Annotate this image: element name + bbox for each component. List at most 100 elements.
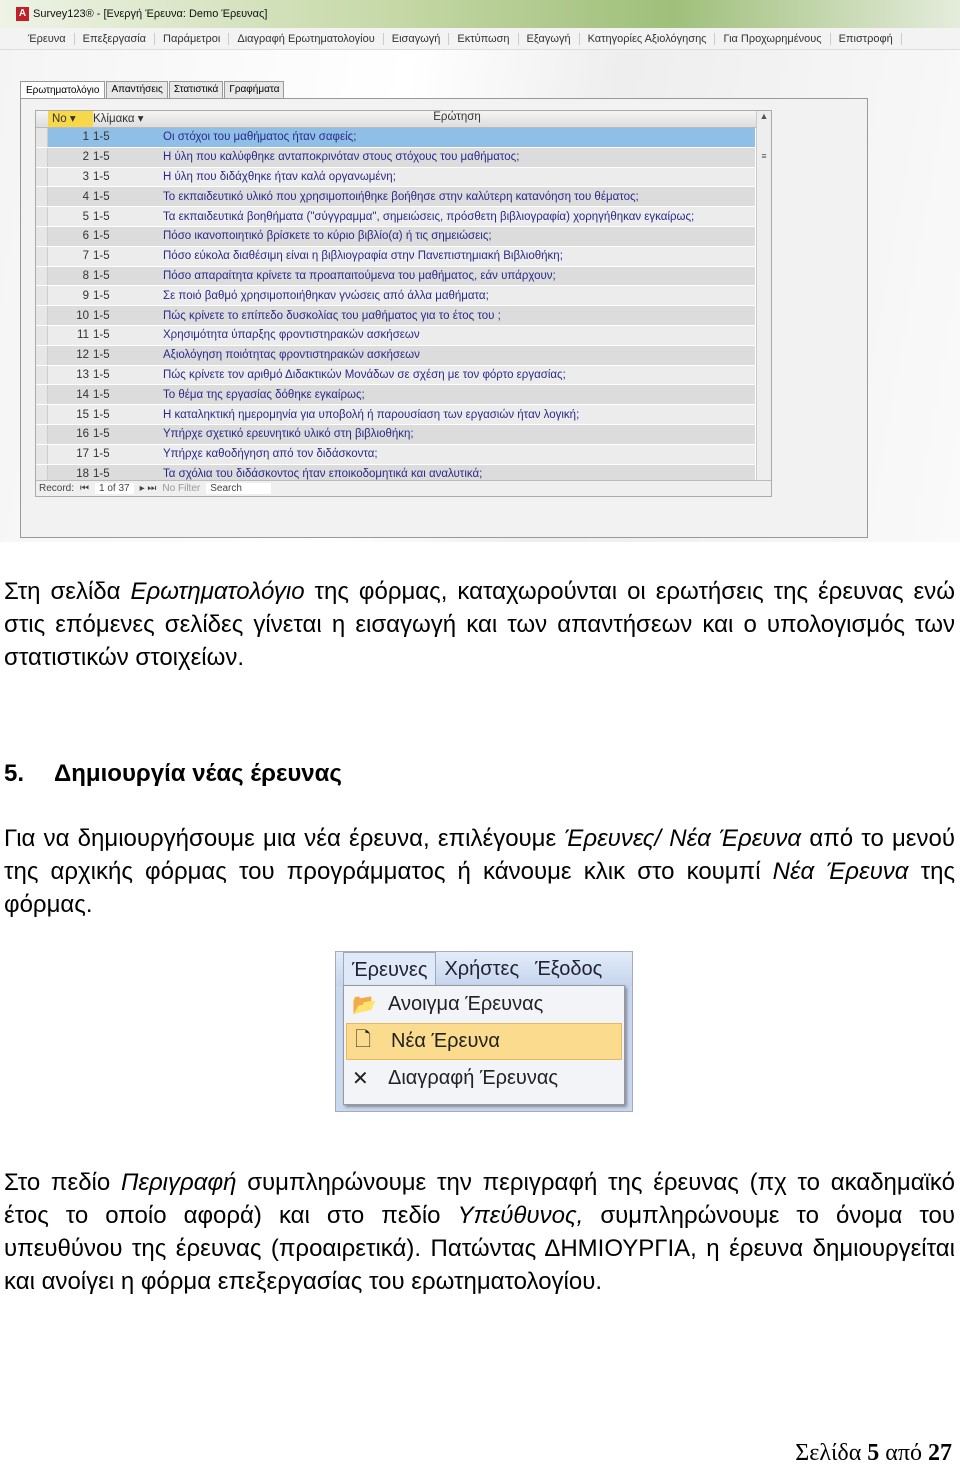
cell-question[interactable]: Υπήρχε καθοδήγηση από τον διδάσκοντα; (163, 448, 755, 460)
menu-exit[interactable]: Έξοδος (527, 958, 610, 981)
cell-question[interactable]: Το εκπαιδευτικό υλικό που χρησιμοποιήθηκ… (163, 191, 755, 203)
cell-no[interactable]: 7 (48, 250, 93, 262)
first-record-icon[interactable]: ⏮ (80, 483, 89, 494)
cell-scale[interactable]: 1-5 (93, 230, 163, 242)
row-selector[interactable] (36, 286, 48, 306)
table-row[interactable]: 7 1-5 Πόσο εύκολα διαθέσιμη είναι η βιβλιο… (36, 246, 755, 267)
table-row[interactable]: 4 1-5 Το εκπαιδευτικό υλικό που χρησιμοποι… (36, 187, 755, 208)
cell-question[interactable]: Η ύλη που διδάχθηκε ήταν καλά οργανωμένη… (163, 171, 755, 183)
cell-scale[interactable]: 1-5 (93, 151, 163, 163)
menu-item[interactable]: Διαγραφή Ερωτηματολογίου (229, 32, 384, 45)
row-selector[interactable] (36, 405, 48, 424)
cell-question[interactable]: Υπήρχε σχετικό ερευνητικό υλικό στη βιβλ… (163, 428, 755, 440)
table-row[interactable]: 8 1-5 Πόσο απαραίτητα κρίνετε τα προαπαιτο… (36, 266, 755, 287)
row-selector[interactable] (36, 385, 48, 405)
menu-item[interactable]: Εισαγωγή (384, 32, 450, 45)
cell-no[interactable]: 9 (48, 290, 93, 302)
row-selector[interactable] (36, 444, 48, 464)
cell-scale[interactable]: 1-5 (93, 448, 163, 460)
cell-scale[interactable]: 1-5 (93, 131, 163, 143)
row-selector[interactable] (36, 246, 48, 266)
table-row[interactable]: 10 1-5 Πώς κρίνετε το επίπεδο δυσκολίας το… (36, 306, 755, 326)
cell-no[interactable]: 3 (48, 171, 93, 183)
cell-scale[interactable]: 1-5 (93, 369, 163, 381)
menu-users[interactable]: Χρήστες (436, 958, 527, 981)
menu-item[interactable]: Κατηγορίες Αξιολόγησης (580, 32, 716, 45)
cell-question[interactable]: Σε ποιό βαθμό χρησιμοποιήθηκαν γνώσεις α… (163, 290, 755, 302)
cell-question[interactable]: Χρησιμότητα ύπαρξης φροντιστηρακών ασκήσ… (163, 329, 755, 341)
row-selector[interactable] (36, 226, 48, 246)
cell-question[interactable]: Πόσο ικανοποιητικό βρίσκετε το κύριο βιβ… (163, 230, 755, 242)
cell-no[interactable]: 17 (48, 448, 93, 460)
table-row[interactable]: 13 1-5 Πώς κρίνετε τον αριθμό Διδακτικών Μ… (36, 365, 755, 386)
table-row[interactable]: 3 1-5 Η ύλη που διδάχθηκε ήταν καλά οργανω… (36, 167, 755, 188)
table-row[interactable]: 14 1-5 Το θέμα της εργασίας δόθηκε εγκαίρω… (36, 385, 755, 406)
cell-no[interactable]: 18 (48, 468, 93, 480)
menu-item[interactable]: Για Προχωρημένους (715, 32, 831, 45)
cell-scale[interactable]: 1-5 (93, 349, 163, 361)
cell-no[interactable]: 5 (48, 211, 93, 223)
row-selector[interactable] (36, 266, 48, 286)
tab-charts[interactable]: Γραφήματα (224, 81, 285, 99)
search-input[interactable]: Search (206, 483, 272, 494)
table-row[interactable]: 15 1-5 Η καταληκτική ημερομηνία για υποβολ… (36, 405, 755, 425)
cell-question[interactable]: Πώς κρίνετε το επίπεδο δυσκολίας του μαθ… (163, 310, 755, 322)
cell-question[interactable]: Το θέμα της εργασίας δόθηκε εγκαίρως; (163, 389, 755, 401)
cell-scale[interactable]: 1-5 (93, 310, 163, 322)
cell-scale[interactable]: 1-5 (93, 329, 163, 341)
row-selector[interactable] (36, 424, 48, 444)
cell-no[interactable]: 1 (48, 131, 93, 143)
tab-statistics[interactable]: Στατιστικά (168, 81, 224, 99)
row-selector[interactable] (36, 167, 48, 187)
tab-answers[interactable]: Απαντήσεις (106, 81, 168, 99)
menu-item[interactable]: Εκτύπωση (449, 32, 519, 45)
cell-scale[interactable]: 1-5 (93, 468, 163, 480)
cell-scale[interactable]: 1-5 (93, 290, 163, 302)
cell-no[interactable]: 13 (48, 369, 93, 381)
table-row[interactable]: 5 1-5 Τα εκπαιδευτικά βοηθήματα ("σύγγραμμ… (36, 207, 755, 227)
cell-question[interactable]: Πόσο εύκολα διαθέσιμη είναι η βιβλιογραφ… (163, 250, 755, 262)
cell-scale[interactable]: 1-5 (93, 389, 163, 401)
cell-question[interactable]: Η καταληκτική ημερομηνία για υποβολή ή π… (163, 409, 755, 421)
cell-no[interactable]: 6 (48, 230, 93, 242)
cell-scale[interactable]: 1-5 (93, 171, 163, 183)
cell-question[interactable]: Η ύλη που καλύφθηκε ανταποκρινόταν στους… (163, 151, 755, 163)
cell-question[interactable]: Πώς κρίνετε τον αριθμό Διδακτικών Μονάδω… (163, 369, 755, 381)
row-selector[interactable] (36, 128, 48, 147)
record-position[interactable]: 1 of 37 (95, 483, 134, 494)
tab-questionnaire[interactable]: Ερωτηματολόγιο (20, 81, 106, 99)
new-survey-item[interactable]: 🗋 Νέα Έρευνα (346, 1023, 622, 1060)
menu-item[interactable]: Επεξεργασία (75, 32, 156, 45)
row-selector[interactable] (36, 306, 48, 325)
table-row[interactable]: 6 1-5 Πόσο ικανοποιητικό βρίσκετε το κύριο… (36, 226, 755, 247)
open-survey-item[interactable]: 📂 Ανοιγμα Έρευνας (344, 986, 624, 1023)
row-selector[interactable] (36, 207, 48, 226)
table-row[interactable]: 17 1-5 Υπήρχε καθοδήγηση από τον διδάσκοντ… (36, 444, 755, 465)
table-row[interactable]: 11 1-5 Χρησιμότητα ύπαρξης φροντιστηρακών … (36, 325, 755, 346)
cell-question[interactable]: Οι στόχοι του μαθήματος ήταν σαφείς; (163, 131, 755, 143)
menu-item[interactable]: Εξαγωγή (519, 32, 580, 45)
cell-no[interactable]: 11 (48, 329, 93, 341)
cell-question[interactable]: Αξιολόγηση ποιότητας φροντιστηρακών ασκή… (163, 349, 755, 361)
table-row[interactable]: 9 1-5 Σε ποιό βαθμό χρησιμοποιήθηκαν γνώσε… (36, 286, 755, 307)
menu-item[interactable]: Έρευνα (20, 32, 75, 45)
menu-item[interactable]: Επιστροφή (831, 32, 902, 45)
menu-item[interactable]: Παράμετροι (155, 32, 230, 45)
cell-scale[interactable]: 1-5 (93, 270, 163, 282)
vertical-scrollbar[interactable]: ▲ ≡ (756, 111, 771, 481)
row-selector[interactable] (36, 325, 48, 345)
cell-no[interactable]: 16 (48, 428, 93, 440)
delete-survey-item[interactable]: ✕ Διαγραφή Έρευνας (344, 1060, 624, 1097)
cell-no[interactable]: 15 (48, 409, 93, 421)
column-scale[interactable]: Κλίμακα ▾ (93, 111, 163, 127)
row-selector[interactable] (36, 365, 48, 385)
no-filter-button[interactable]: No Filter (162, 483, 200, 494)
table-row[interactable]: 1 1-5 Οι στόχοι του μαθήματος ήταν σαφείς; (36, 128, 755, 148)
cell-no[interactable]: 10 (48, 310, 93, 322)
cell-scale[interactable]: 1-5 (93, 211, 163, 223)
cell-question[interactable]: Τα σχόλια του διδάσκοντος ήταν εποικοδομ… (163, 468, 755, 480)
cell-no[interactable]: 14 (48, 389, 93, 401)
cell-question[interactable]: Τα εκπαιδευτικά βοηθήματα ("σύγγραμμα", … (163, 211, 755, 223)
table-row[interactable]: 2 1-5 Η ύλη που καλύφθηκε ανταποκρινόταν σ… (36, 147, 755, 168)
cell-scale[interactable]: 1-5 (93, 428, 163, 440)
